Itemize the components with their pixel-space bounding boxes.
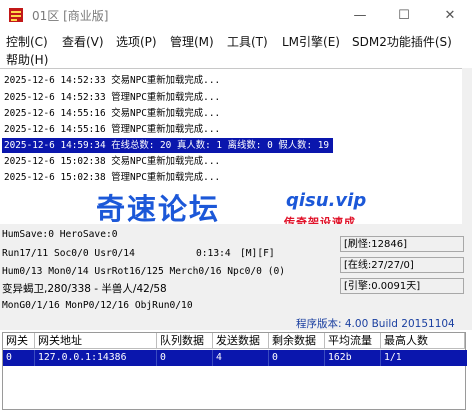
log-line-selected: 2025-12-6 14:59:34 在线总数: 20 真人数: 1 离线数: … [2,138,334,153]
menu-view[interactable]: 查看(V) [62,33,104,50]
monster-status: 变异蝎卫,280/338 - 半兽人/42/58 [2,283,167,295]
minimize-button[interactable]: — [338,0,382,30]
watermark-title: 奇速论坛 [96,192,221,226]
menu-bar: 控制(C) 查看(V) 选项(P) 管理(M) 工具(T) LM引擎(E) SD… [0,30,472,68]
menu-lm-engine[interactable]: LM引擎(E) [282,33,340,50]
log-line: 2025-12-6 14:52:33 交易NPC重新加载完成... [4,75,221,86]
run-status: Run17/11 Soc0/0 Usr0/14 [2,248,135,259]
refresh-count: [刷怪:12846] [340,236,464,252]
table-cell: 0 [157,350,213,366]
column-header[interactable]: 发送数据 [213,333,269,349]
menu-manage[interactable]: 管理(M) [170,33,214,50]
table-cell: 162b [325,350,381,366]
table-cell: 0 [269,350,325,366]
log-line: 2025-12-6 15:02:38 交易NPC重新加载完成... [4,156,221,167]
log-line: 2025-12-6 14:55:16 交易NPC重新加载完成... [4,108,221,119]
menu-control[interactable]: 控制(C) [6,33,48,50]
status-panel: HumSave:0 HeroSave:0 Run17/11 Soc0/0 Usr… [0,224,472,330]
menu-tools[interactable]: 工具(T) [227,33,268,50]
log-panel[interactable]: 2025-12-6 14:52:33 交易NPC重新加载完成... 2025-1… [0,68,472,225]
column-header[interactable]: 剩余数据 [269,333,325,349]
title-bar: 01区 [商业版] — ☐ ✕ [0,0,472,30]
column-header[interactable]: 最高人数 [381,333,465,349]
watermark-url: qisu.vip [286,190,367,211]
log-line: 2025-12-6 15:02:38 管理NPC重新加载完成... [4,172,221,183]
column-header[interactable]: 网关 [3,333,35,349]
table-cell: 127.0.0.1:14386 [35,350,157,366]
menu-sdm2-plugins[interactable]: SDM2功能插件(S) [352,33,452,50]
table-row[interactable]: 0 127.0.0.1:14386 0 4 0 162b 1/1 [3,350,467,366]
engine-status: [引擎:0.0091天] [340,278,464,294]
log-scrollbar[interactable] [462,68,472,224]
app-icon [9,8,23,22]
log-line: 2025-12-6 14:55:16 管理NPC重新加载完成... [4,124,221,135]
menu-options[interactable]: 选项(P) [116,33,157,50]
online-count: [在线:27/27/0] [340,257,464,273]
window-title: 01区 [商业版] [32,9,109,23]
table-cell: 4 [213,350,269,366]
column-header[interactable]: 平均流量 [325,333,381,349]
hum-status: Hum0/13 Mon0/14 UsrRot16/125 Merch0/16 N… [2,266,286,277]
table-cell: 0 [3,350,35,366]
gateway-table[interactable]: 网关 网关地址 队列数据 发送数据 剩余数据 平均流量 最高人数 0 127.0… [2,332,467,410]
mon-gen-status: MonG0/1/16 MonP0/12/16 ObjRun0/10 [2,300,193,311]
program-version: 程序版本: 4.00 Build 20151104 [296,318,455,330]
column-header[interactable]: 队列数据 [157,333,213,349]
column-header[interactable]: 网关地址 [35,333,157,349]
save-status: HumSave:0 HeroSave:0 [2,229,118,240]
maximize-button[interactable]: ☐ [382,0,426,30]
uptime: 0:13:4 [196,248,231,259]
table-cell: 1/1 [384,352,402,363]
menu-help[interactable]: 帮助(H) [6,51,48,68]
close-button[interactable]: ✕ [428,0,472,30]
log-line: 2025-12-6 14:52:33 管理NPC重新加载完成... [4,92,221,103]
mode-flags: [M][F] [240,248,275,259]
